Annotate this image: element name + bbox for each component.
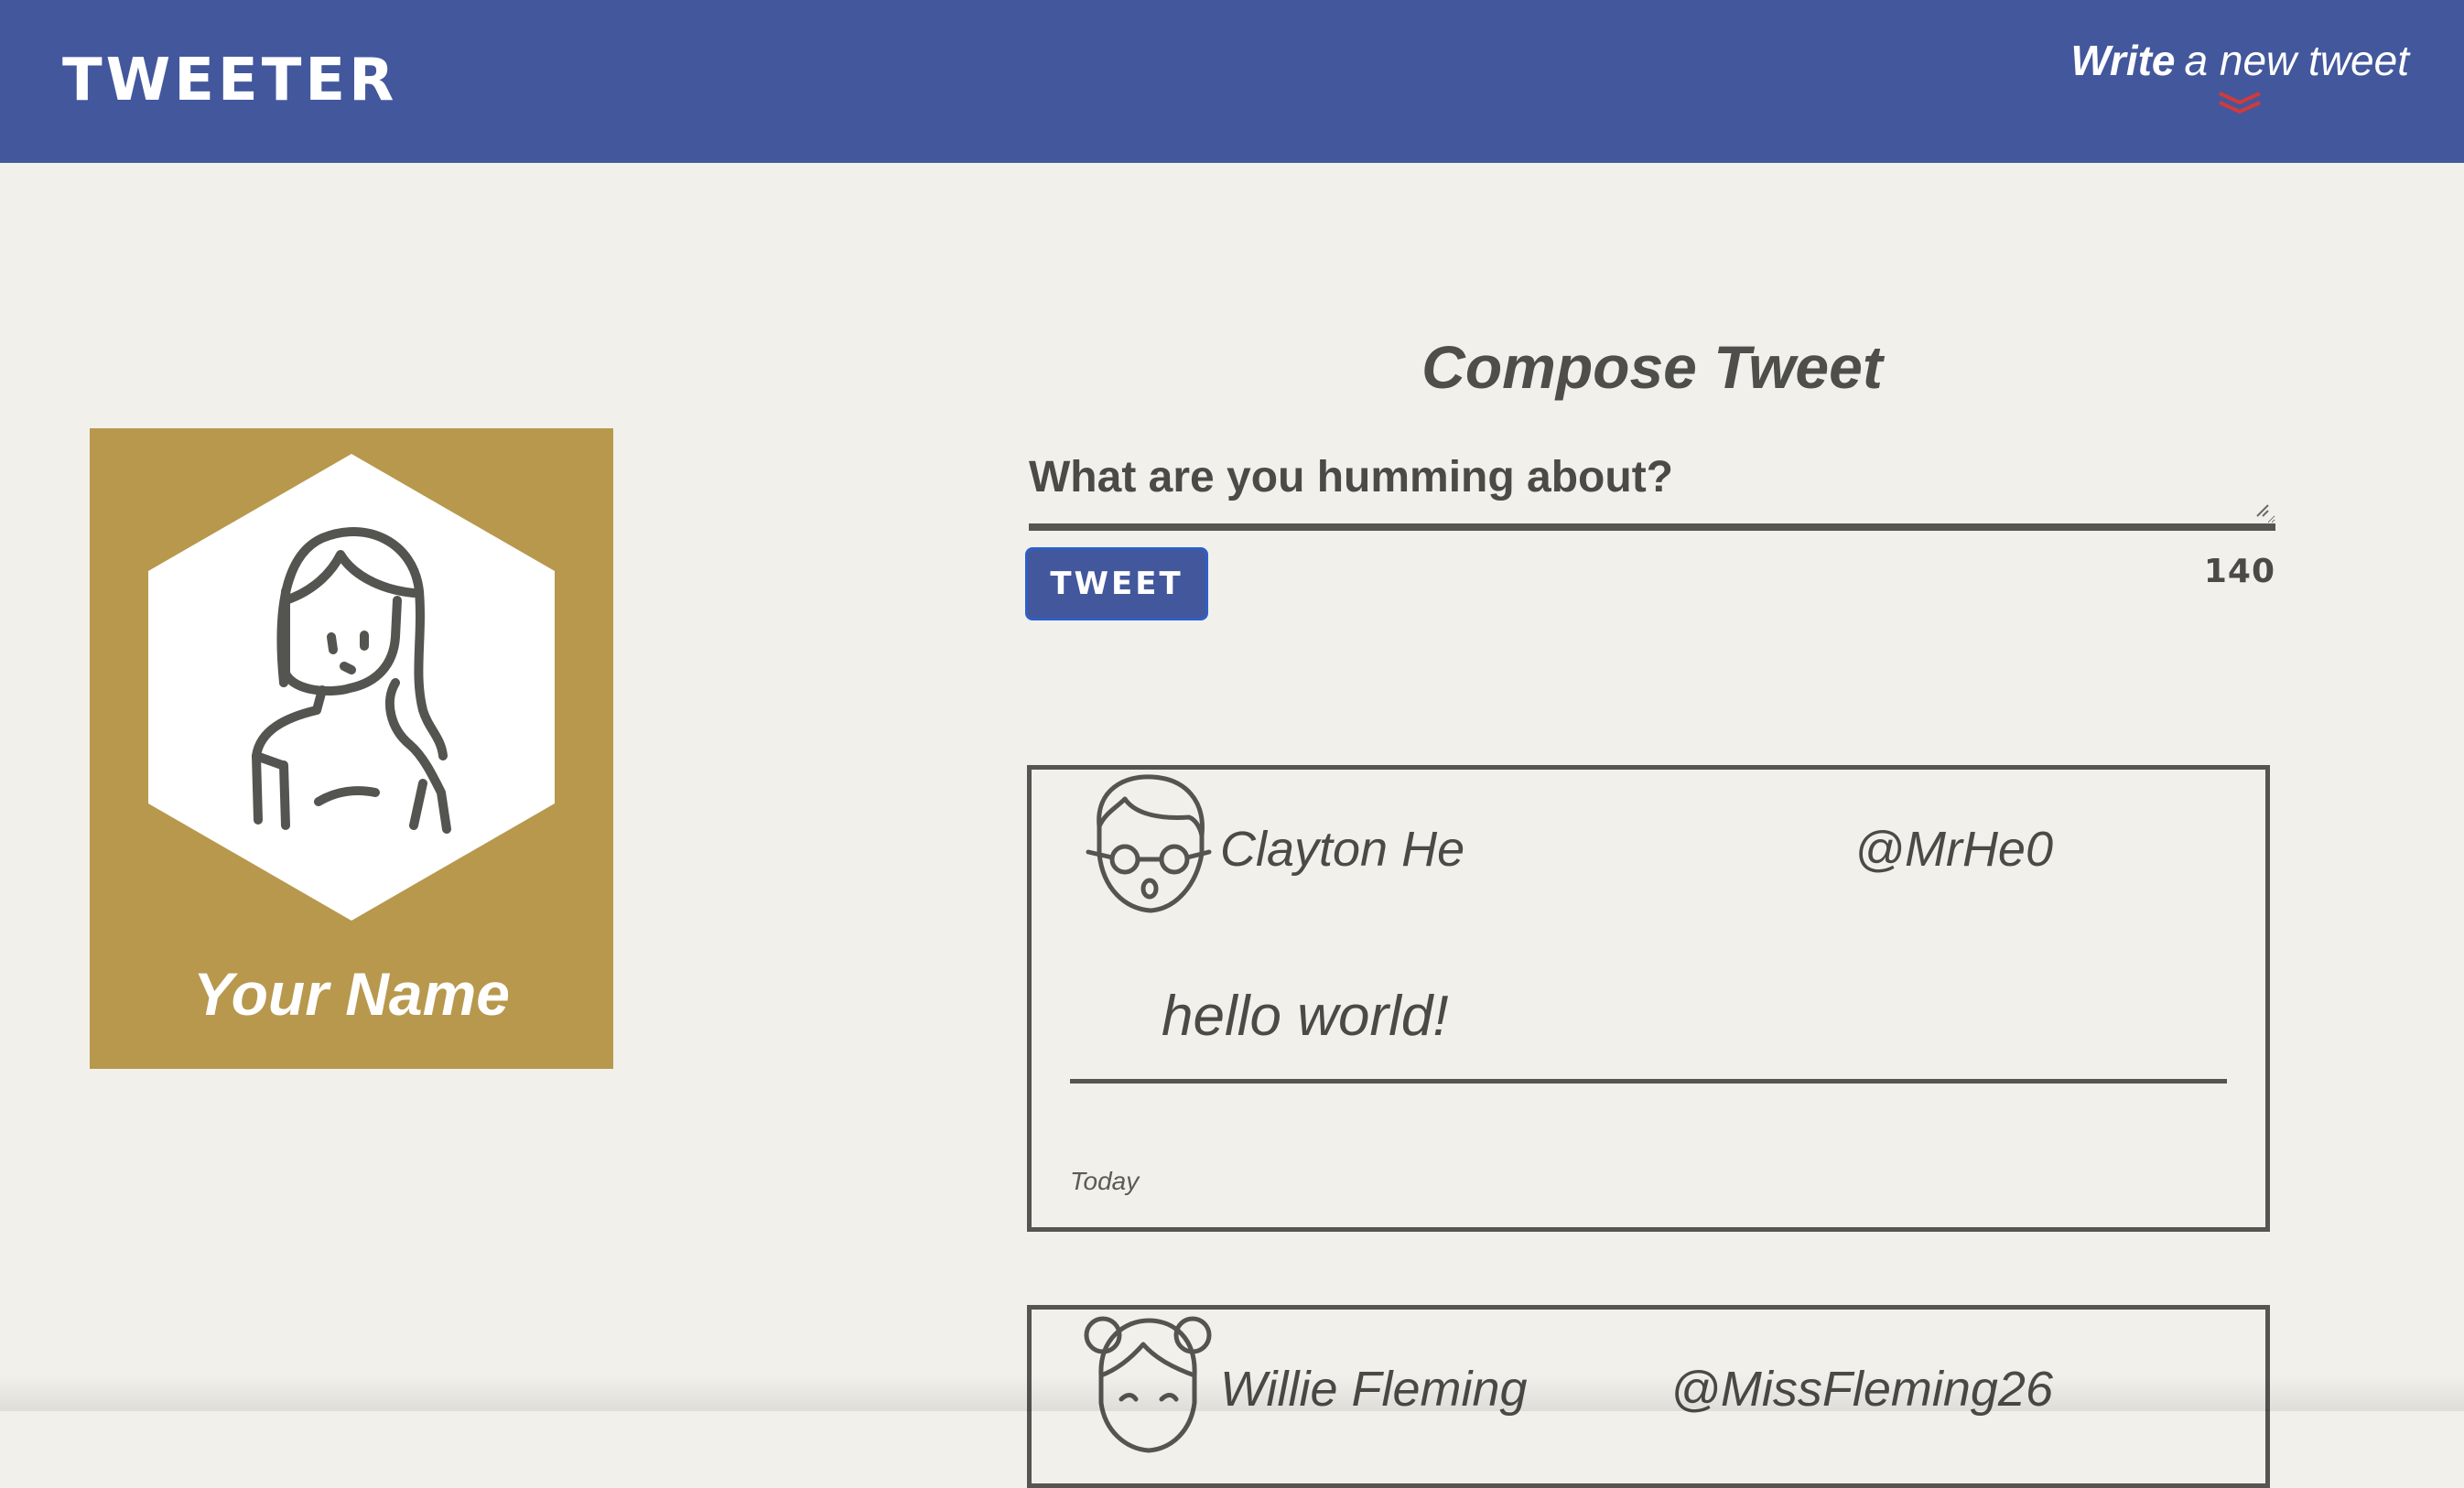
tweet-submit-button[interactable]: TWEET	[1025, 547, 1208, 620]
user-profile-card: Your Name	[90, 428, 613, 1069]
brand-logo[interactable]: TWEETER	[62, 42, 397, 119]
compose-title: Compose Tweet	[1421, 333, 1883, 401]
tweet-card: Clayton He @MrHe0 hello world! Today	[1027, 765, 2270, 1232]
profile-name: Your Name	[193, 960, 510, 1028]
tweet-divider	[1070, 1079, 2227, 1084]
woman-avatar-icon	[148, 454, 555, 921]
write-link-text: a new tweet	[2184, 37, 2409, 84]
compose-tweet-input[interactable]	[1029, 452, 2275, 531]
write-new-tweet-link[interactable]: Write a new tweet	[2070, 33, 2409, 115]
write-link-strong: Write	[2070, 37, 2176, 84]
double-chevron-down-icon[interactable]	[2218, 92, 2262, 115]
tweet-date: Today	[1070, 1167, 1140, 1195]
boy-with-glasses-avatar-icon	[1086, 774, 1212, 913]
window-bottom-edge	[0, 1375, 2464, 1411]
resize-grip-icon[interactable]	[2255, 503, 2270, 518]
tweet-author-name: Clayton He	[1220, 822, 1465, 877]
character-counter: 140	[2203, 553, 2275, 590]
tweet-content: hello world!	[1162, 985, 1449, 1048]
top-navbar: TWEETER Write a new tweet	[0, 0, 2464, 163]
tweet-author-handle[interactable]: @MrHe0	[1854, 817, 2053, 881]
